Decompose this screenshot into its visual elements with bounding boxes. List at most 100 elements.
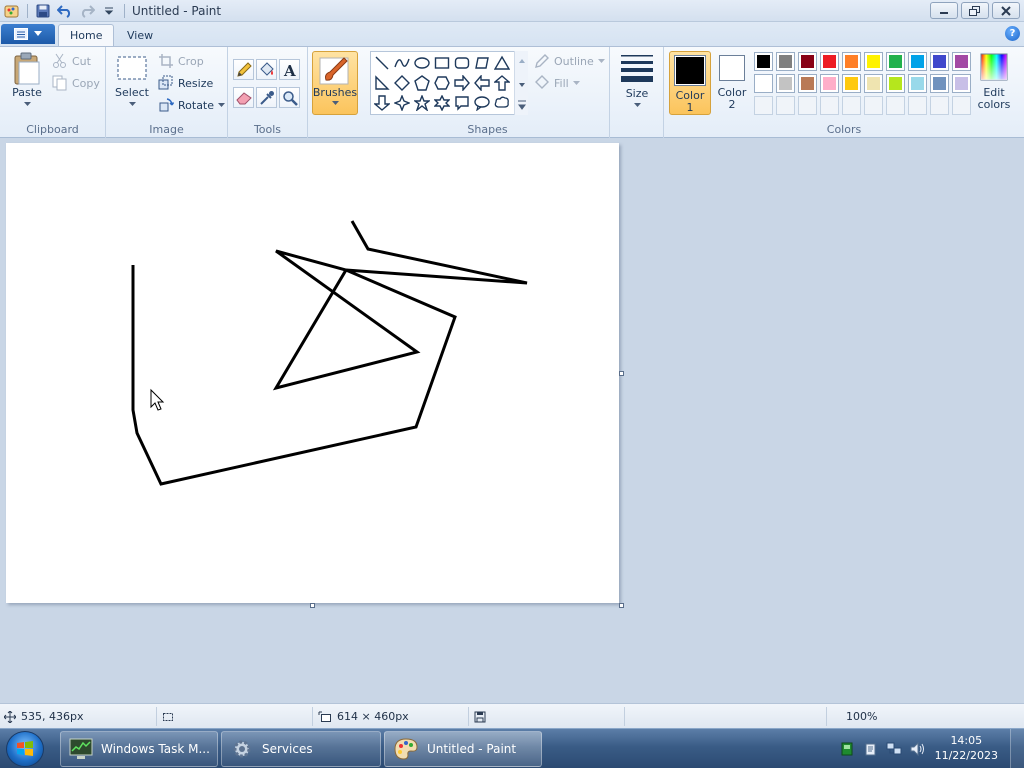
palette-empty-swatch[interactable] xyxy=(842,96,861,115)
paint-menu-button[interactable] xyxy=(1,24,55,44)
palette-empty-swatch[interactable] xyxy=(886,96,905,115)
palette-swatch[interactable] xyxy=(908,52,927,71)
save-icon[interactable] xyxy=(33,2,53,20)
color-picker-icon[interactable] xyxy=(256,87,277,108)
palette-empty-swatch[interactable] xyxy=(864,96,883,115)
cloud-callout-shape-icon[interactable] xyxy=(492,93,512,113)
eraser-icon[interactable] xyxy=(233,87,254,108)
canvas-resize-handle-bottom[interactable] xyxy=(310,603,315,608)
diamond-shape-icon[interactable] xyxy=(392,73,412,93)
crop-button[interactable]: Crop xyxy=(158,51,204,71)
palette-swatch[interactable] xyxy=(842,74,861,93)
palette-swatch[interactable] xyxy=(776,74,795,93)
palette-empty-swatch[interactable] xyxy=(776,96,795,115)
palette-empty-swatch[interactable] xyxy=(820,96,839,115)
fill-bucket-icon[interactable] xyxy=(256,59,277,80)
palette-swatch[interactable] xyxy=(754,74,773,93)
palette-swatch[interactable] xyxy=(930,74,949,93)
show-desktop-button[interactable] xyxy=(1010,729,1024,768)
palette-swatch[interactable] xyxy=(930,52,949,71)
left-arrow-shape-icon[interactable] xyxy=(472,73,492,93)
tray-app-icon[interactable] xyxy=(840,742,854,756)
taskbar-item-task-manager[interactable]: Windows Task M... xyxy=(60,731,218,767)
palette-swatch[interactable] xyxy=(952,52,971,71)
rotate-button[interactable]: Rotate xyxy=(158,95,226,115)
cut-button[interactable]: Cut xyxy=(52,51,91,71)
size-button[interactable]: Size xyxy=(618,53,656,108)
palette-empty-swatch[interactable] xyxy=(952,96,971,115)
palette-swatch[interactable] xyxy=(820,52,839,71)
palette-swatch[interactable] xyxy=(842,52,861,71)
redo-icon[interactable] xyxy=(77,2,97,20)
tab-view[interactable]: View xyxy=(116,24,164,46)
paint-app-icon[interactable] xyxy=(2,2,22,20)
hexagon-shape-icon[interactable] xyxy=(432,73,452,93)
customize-qat-chevron-icon[interactable] xyxy=(99,2,119,20)
undo-icon[interactable] xyxy=(55,2,75,20)
rounded-rectangle-shape-icon[interactable] xyxy=(452,53,472,73)
canvas-resize-handle-right[interactable] xyxy=(619,371,624,376)
tab-home[interactable]: Home xyxy=(58,24,115,46)
rectangle-shape-icon[interactable] xyxy=(432,53,452,73)
network-icon[interactable] xyxy=(886,742,902,756)
oval-shape-icon[interactable] xyxy=(412,53,432,73)
restore-button[interactable] xyxy=(961,2,989,19)
shapes-gallery-scrollbar[interactable] xyxy=(514,51,528,115)
right-triangle-shape-icon[interactable] xyxy=(372,73,392,93)
color1-button[interactable]: Color 1 xyxy=(669,51,711,115)
palette-swatch[interactable] xyxy=(908,74,927,93)
oval-callout-shape-icon[interactable] xyxy=(472,93,492,113)
magnifier-icon[interactable] xyxy=(279,87,300,108)
pencil-icon[interactable] xyxy=(233,59,254,80)
copy-button[interactable]: Copy xyxy=(52,73,100,93)
color2-button[interactable]: Color 2 xyxy=(714,55,750,111)
start-button[interactable] xyxy=(6,731,44,767)
six-point-star-shape-icon[interactable] xyxy=(432,93,452,113)
system-clock[interactable]: 14:05 11/22/2023 xyxy=(935,733,998,763)
palette-empty-swatch[interactable] xyxy=(798,96,817,115)
volume-speaker-icon[interactable] xyxy=(910,742,926,756)
selection-icon xyxy=(163,712,173,721)
fill-button[interactable]: Fill xyxy=(534,73,580,93)
resize-button[interactable]: Resize xyxy=(158,73,213,93)
pentagon-shape-icon[interactable] xyxy=(412,73,432,93)
canvas-resize-handle-corner[interactable] xyxy=(619,603,624,608)
help-icon[interactable]: ? xyxy=(1005,26,1020,41)
text-tool-icon[interactable]: A xyxy=(279,59,300,80)
paste-button[interactable]: Paste xyxy=(8,52,46,107)
right-arrow-shape-icon[interactable] xyxy=(452,73,472,93)
palette-swatch[interactable] xyxy=(886,74,905,93)
triangle-shape-icon[interactable] xyxy=(492,53,512,73)
brushes-button[interactable]: Brushes xyxy=(312,51,358,115)
five-point-star-shape-icon[interactable] xyxy=(412,93,432,113)
palette-empty-swatch[interactable] xyxy=(908,96,927,115)
action-center-flag-icon[interactable] xyxy=(864,742,878,756)
palette-swatch[interactable] xyxy=(776,52,795,71)
up-arrow-shape-icon[interactable] xyxy=(492,73,512,93)
palette-empty-swatch[interactable] xyxy=(754,96,773,115)
curve-shape-icon[interactable] xyxy=(392,53,412,73)
outline-button[interactable]: Outline xyxy=(534,51,605,71)
palette-swatch[interactable] xyxy=(820,74,839,93)
rounded-callout-shape-icon[interactable] xyxy=(452,93,472,113)
palette-empty-swatch[interactable] xyxy=(930,96,949,115)
four-point-star-shape-icon[interactable] xyxy=(392,93,412,113)
palette-swatch[interactable] xyxy=(864,52,883,71)
palette-swatch[interactable] xyxy=(798,52,817,71)
drawing-canvas[interactable] xyxy=(6,143,619,603)
palette-swatch[interactable] xyxy=(886,52,905,71)
polygon-shape-icon[interactable] xyxy=(472,53,492,73)
taskbar-item-services[interactable]: Services xyxy=(221,731,381,767)
down-arrow-shape-icon[interactable] xyxy=(372,93,392,113)
edit-colors-button[interactable]: Edit colors xyxy=(976,53,1012,111)
palette-swatch[interactable] xyxy=(952,74,971,93)
canvas-size-icon xyxy=(318,711,331,722)
taskbar-item-paint[interactable]: Untitled - Paint xyxy=(384,731,542,767)
palette-swatch[interactable] xyxy=(864,74,883,93)
line-shape-icon[interactable] xyxy=(372,53,392,73)
palette-swatch[interactable] xyxy=(798,74,817,93)
select-button[interactable]: Select xyxy=(114,55,150,107)
minimize-button[interactable] xyxy=(930,2,958,19)
palette-swatch[interactable] xyxy=(754,52,773,71)
close-button[interactable] xyxy=(992,2,1020,19)
